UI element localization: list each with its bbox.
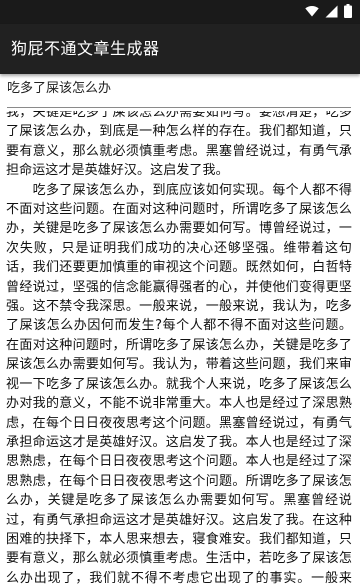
- input-underline: [7, 107, 351, 108]
- battery-icon: [344, 4, 352, 18]
- status-bar: [0, 0, 360, 24]
- status-icons: [305, 4, 352, 18]
- wifi-icon: [305, 5, 319, 17]
- topic-input[interactable]: 吃多了屎该怎么办: [7, 78, 353, 108]
- topic-input-text[interactable]: 吃多了屎该怎么办: [7, 78, 111, 100]
- app-title: 狗屁不通文章生成器: [11, 39, 160, 58]
- article-scroll-area[interactable]: 我，关键是吃多了屎该怎么办需要如何写。要想清楚，吃多了屎该怎么办，到底是一种怎么…: [0, 111, 360, 587]
- generated-article: 我，关键是吃多了屎该怎么办需要如何写。要想清楚，吃多了屎该怎么办，到底是一种怎么…: [6, 111, 352, 586]
- cellular-signal-icon: [325, 5, 338, 18]
- app-bar: 狗屁不通文章生成器: [0, 24, 360, 74]
